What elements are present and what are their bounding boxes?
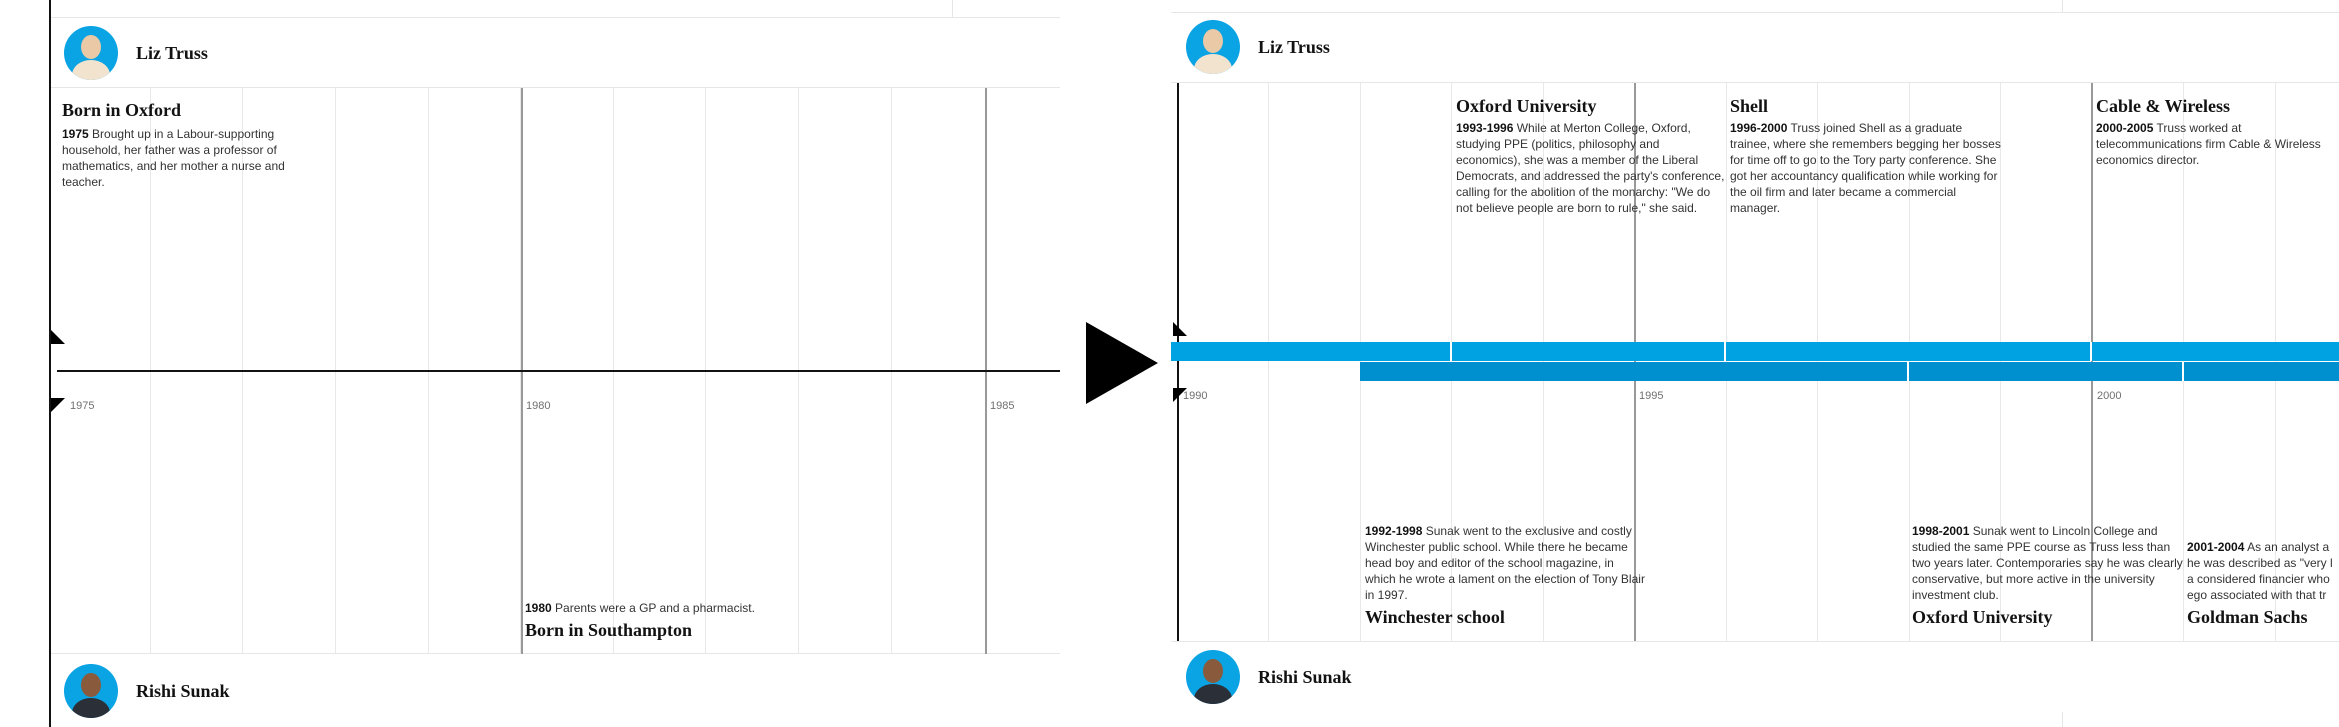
truss-activity-bar: [1171, 342, 2339, 361]
event-years: 1980: [525, 601, 552, 615]
year-label: 1995: [1639, 390, 1664, 402]
year-label: 2000: [2097, 390, 2122, 402]
event-title: Cable & Wireless: [2096, 96, 2230, 116]
event-description: 1993-1996 While at Merton College, Oxfor…: [1456, 120, 1726, 216]
sunak-name: Rishi Sunak: [136, 680, 230, 701]
timeline-left-border: [1177, 83, 1179, 641]
event-years: 1992-1998: [1365, 524, 1423, 538]
truss-name: Liz Truss: [1258, 36, 1330, 57]
event-years: 1975: [62, 127, 89, 141]
bar-divider: [1724, 342, 1726, 361]
event-description: 1975 Brought up in a Labour-supporting h…: [62, 126, 312, 190]
timeline-axis: [57, 370, 1060, 372]
truss-header: Liz Truss: [64, 26, 208, 80]
event-years: 2001-2004: [2187, 540, 2245, 554]
truss-start-marker: [1173, 322, 1187, 336]
event-text: Brought up in a Labour-supporting househ…: [62, 127, 285, 189]
truss-avatar: [64, 26, 118, 80]
event-text: Truss joined Shell as a graduate trainee…: [1730, 121, 2001, 215]
sunak-start-marker: [51, 398, 65, 412]
sunak-avatar: [1186, 650, 1240, 704]
event-years: 1998-2001: [1912, 524, 1970, 538]
bar-divider: [1907, 362, 1909, 381]
sunak-header: Rishi Sunak: [1186, 650, 1352, 704]
timeline-after-panel: 1990 1995 2000 Liz Truss Oxford Universi…: [1171, 0, 2339, 727]
event-title: Born in Oxford: [62, 100, 182, 120]
top-divider-tick: [2062, 0, 2063, 12]
bar-divider: [2090, 342, 2092, 361]
event-years: 1996-2000: [1730, 121, 1788, 135]
truss-avatar: [1186, 20, 1240, 74]
event-description: 2000-2005 Truss worked at telecommunicat…: [2096, 120, 2339, 168]
year-label: 1985: [990, 400, 1015, 412]
truss-header: Liz Truss: [1186, 20, 1330, 74]
event-description: 2001-2004 As an analyst a he was describ…: [2187, 539, 2339, 603]
event-title: Shell: [1730, 96, 1769, 116]
event-text: Parents were a GP and a pharmacist.: [555, 601, 755, 615]
bar-divider: [2182, 362, 2184, 381]
event-title: Winchester school: [1365, 607, 1505, 627]
year-label: 1975: [70, 400, 95, 412]
play-arrow-icon: [1086, 322, 1158, 404]
timeline-before-panel: 1975 1980 1985 Liz Truss Born in Oxford …: [49, 0, 1060, 727]
top-divider-tick: [952, 0, 953, 17]
top-divider: [1171, 12, 2339, 13]
event-description: 1992-1998 Sunak went to the exclusive an…: [1365, 523, 1645, 603]
header-divider: [49, 87, 1060, 88]
sunak-avatar: [64, 664, 118, 718]
event-title: Oxford University: [1456, 96, 1597, 116]
header-divider: [1171, 82, 2339, 83]
event-title: Oxford University: [1912, 607, 2053, 627]
bar-divider: [1450, 342, 1452, 361]
top-divider: [49, 17, 1060, 18]
event-description: 1980 Parents were a GP and a pharmacist.: [525, 600, 805, 616]
sunak-header: Rishi Sunak: [64, 664, 230, 718]
grid-line: [1268, 83, 1269, 641]
footer-divider: [49, 653, 1060, 654]
year-label: 1990: [1183, 390, 1208, 402]
event-description: 1996-2000 Truss joined Shell as a gradua…: [1730, 120, 2005, 216]
event-years: 1993-1996: [1456, 121, 1514, 135]
sunak-name: Rishi Sunak: [1258, 666, 1352, 687]
event-years: 2000-2005: [2096, 121, 2154, 135]
footer-divider: [1171, 641, 2339, 642]
event-title: Goldman Sachs: [2187, 607, 2308, 627]
event-text: While at Merton College, Oxford, studyin…: [1456, 121, 1725, 215]
event-description: 1998-2001 Sunak went to Lincoln College …: [1912, 523, 2187, 603]
truss-name: Liz Truss: [136, 42, 208, 63]
sunak-activity-bar: [1360, 362, 2339, 381]
timeline-left-border: [49, 0, 51, 727]
truss-start-marker: [51, 330, 65, 344]
event-title: Born in Southampton: [525, 620, 693, 640]
bottom-divider-tick: [2062, 712, 2063, 727]
year-label: 1980: [526, 400, 551, 412]
